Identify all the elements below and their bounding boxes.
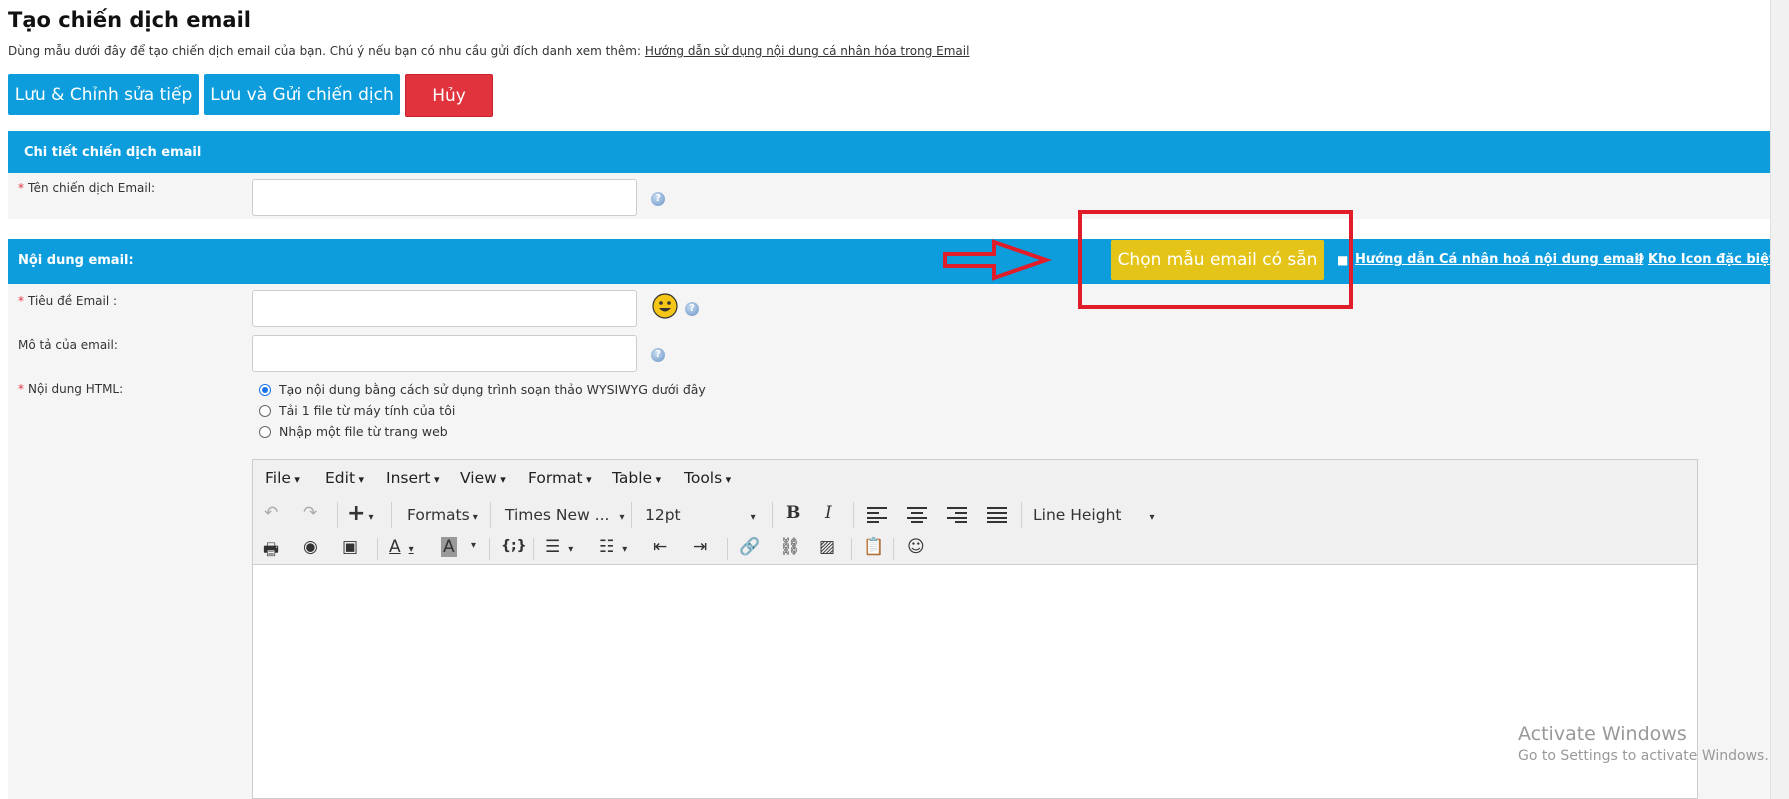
font-size-dropdown[interactable]: 12pt ▾: [645, 506, 756, 524]
campaign-name-label: * Tên chiến dịch Email:: [18, 181, 156, 195]
align-right-icon[interactable]: [947, 507, 967, 523]
menu-format[interactable]: Format: [528, 469, 592, 487]
campaign-name-help-icon[interactable]: ?: [651, 192, 665, 206]
align-center-icon[interactable]: [907, 507, 927, 523]
redo-icon[interactable]: ↷: [303, 503, 317, 523]
description-text: Dùng mẫu dưới đây để tạo chiến dịch emai…: [8, 44, 642, 58]
lightbulb-icon: ♀: [1636, 252, 1645, 266]
html-option-url[interactable]: Nhập một file từ trang web: [259, 424, 448, 439]
html-content-label: * Nội dung HTML:: [18, 382, 124, 396]
page-description: Dùng mẫu dưới đây để tạo chiến dịch emai…: [8, 44, 969, 58]
italic-icon[interactable]: I: [825, 503, 832, 523]
code-icon[interactable]: {;}: [501, 538, 527, 554]
personalization-guide-link[interactable]: Hướng dẫn sử dụng nội dung cá nhân hóa t…: [645, 44, 970, 58]
campaign-name-input[interactable]: [252, 179, 637, 216]
email-description-label: Mô tả của email:: [18, 338, 118, 352]
paste-icon[interactable]: 📋: [863, 537, 884, 557]
font-family-dropdown[interactable]: Times New ... ▾: [505, 506, 624, 524]
link-icon[interactable]: 🔗: [739, 537, 760, 557]
bullet-list-icon[interactable]: ☰ ▾: [545, 537, 573, 557]
save-send-button[interactable]: Lưu và Gửi chiến dịch: [204, 74, 400, 115]
email-description-input[interactable]: [252, 335, 637, 372]
html-option-wysiwyg[interactable]: Tạo nội dung bằng cách sử dụng trình soạ…: [259, 382, 706, 397]
campaign-details-title: Chi tiết chiến dịch email: [24, 145, 202, 160]
editor-toolbar-secondary: 🖶 ◉ ▣ A ▾ A ▾ {;} ☰ ▾ ☷ ▾ ⇤ ⇥ 🔗 ⛓ ▨ 📋 ☺: [253, 534, 1697, 565]
menu-table[interactable]: Table: [612, 469, 661, 487]
bold-icon[interactable]: B: [786, 503, 800, 523]
annotation-arrow-icon: [943, 239, 1052, 281]
subject-label: * Tiêu đề Email :: [18, 294, 118, 308]
menu-edit[interactable]: Edit: [325, 469, 364, 487]
align-left-icon[interactable]: [867, 507, 887, 523]
subject-input[interactable]: [252, 290, 637, 327]
page-title: Tạo chiến dịch email: [8, 8, 251, 32]
numbered-list-icon[interactable]: ☷ ▾: [599, 537, 627, 557]
text-color-icon[interactable]: A ▾: [389, 537, 414, 557]
email-description-help-icon[interactable]: ?: [651, 348, 665, 362]
print-icon[interactable]: 🖶: [263, 537, 279, 566]
media-icon[interactable]: ▣: [342, 537, 358, 557]
radio-wysiwyg[interactable]: [259, 383, 271, 396]
radio-upload[interactable]: [259, 404, 271, 417]
menu-insert[interactable]: Insert: [386, 469, 440, 487]
menu-tools[interactable]: Tools: [684, 469, 731, 487]
formats-dropdown[interactable]: Formats ▾: [407, 506, 478, 524]
activate-windows-title: Activate Windows: [1518, 723, 1687, 745]
campaign-details-header: Chi tiết chiến dịch email: [8, 131, 1776, 173]
insert-icon[interactable]: + ▾: [347, 501, 373, 526]
editor-toolbar-main: ↶ ↷ + ▾ Formats ▾ Times New ... ▾ 12pt ▾ B I…: [253, 496, 1697, 534]
radio-url[interactable]: [259, 425, 271, 438]
outdent-icon[interactable]: ⇤: [653, 537, 667, 557]
emoticon-icon[interactable]: ☺: [907, 537, 925, 557]
vertical-scrollbar[interactable]: [1770, 0, 1789, 799]
justify-icon[interactable]: [987, 507, 1007, 523]
background-color-icon[interactable]: A: [441, 537, 457, 557]
undo-icon[interactable]: ↶: [264, 503, 278, 523]
wysiwyg-editor: File Edit Insert View Format Table Tools…: [252, 459, 1698, 799]
editor-content-area[interactable]: [253, 565, 1697, 798]
cancel-button[interactable]: Hủy: [405, 74, 493, 117]
line-height-dropdown[interactable]: Line Height ▾: [1033, 506, 1155, 524]
email-content-title: Nội dung email:: [18, 253, 134, 268]
annotation-highlight-box: [1078, 210, 1353, 309]
html-option-upload[interactable]: Tải 1 file từ máy tính của tôi: [259, 403, 455, 418]
activate-windows-subtitle: Go to Settings to activate Windows.: [1518, 748, 1769, 764]
preview-icon[interactable]: ◉: [303, 537, 318, 557]
subject-help-icon[interactable]: ?: [685, 302, 699, 316]
icon-store-link[interactable]: Kho Icon đặc biệt: [1648, 252, 1775, 267]
save-continue-button[interactable]: Lưu & Chỉnh sửa tiếp: [8, 74, 199, 115]
menu-file[interactable]: File: [265, 469, 300, 487]
indent-icon[interactable]: ⇥: [693, 537, 707, 557]
editor-menubar: File Edit Insert View Format Table Tools: [253, 460, 1697, 496]
unlink-icon[interactable]: ⛓: [779, 537, 801, 557]
personalize-guide-link[interactable]: Hướng dẫn Cá nhân hoá nội dung email: [1355, 252, 1643, 267]
menu-view[interactable]: View: [460, 469, 506, 487]
image-icon[interactable]: ▨: [819, 537, 835, 557]
emoji-picker-icon[interactable]: [652, 293, 678, 319]
